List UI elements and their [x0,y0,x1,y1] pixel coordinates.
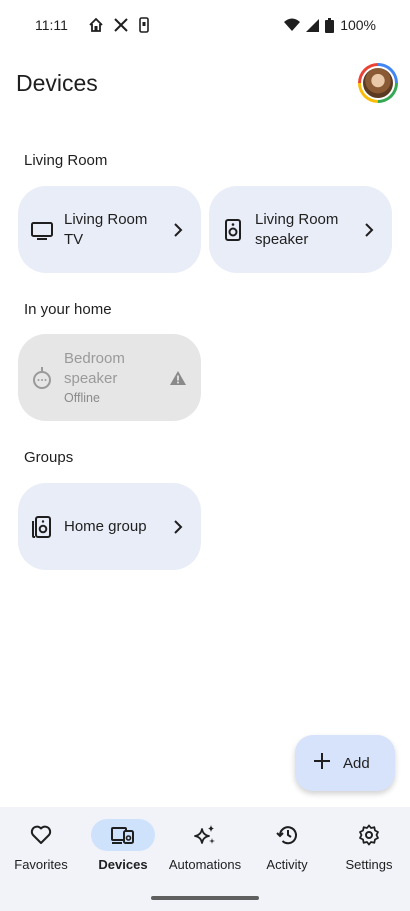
add-button-label: Add [343,754,370,772]
page-title: Devices [16,69,98,96]
speaker-icon [221,218,245,242]
status-right: 100% [284,17,376,33]
gear-icon [337,819,401,851]
status-time: 11:11 [35,17,68,33]
nav-item-activity[interactable]: Activity [246,819,328,883]
nav-item-favorites[interactable]: Favorites [0,819,82,883]
device-card-living-room-speaker[interactable]: Living Room speaker [209,186,392,273]
plus-icon [313,752,331,774]
add-button[interactable]: Add [295,735,395,791]
device-card-home-group[interactable]: Home group [18,483,201,570]
wifi-icon [284,18,301,32]
nav-label: Automations [168,857,242,872]
device-card-text: Bedroom speaker Offline [64,349,169,407]
avatar[interactable] [358,63,398,103]
chevron-right-icon [169,518,187,536]
chevron-right-icon [360,221,378,239]
section-title-living-room: Living Room [24,152,108,169]
signal-icon [306,18,320,32]
status-left: 11:11 [35,17,150,33]
device-card-label: Living Room speaker [255,210,339,248]
section-title-in-your-home: In your home [24,301,112,318]
nav-item-devices[interactable]: Devices [82,819,164,883]
status-bar: 11:11 100% [0,0,410,50]
device-card-bedroom-speaker[interactable]: Bedroom speaker Offline [18,334,201,421]
avatar-image [361,66,395,100]
nav-label: Activity [266,857,308,872]
warning-icon [169,369,187,387]
nav-label: Favorites [14,857,68,872]
device-card-living-room-tv[interactable]: Living Room TV [18,186,201,273]
nav-item-settings[interactable]: Settings [328,819,410,883]
tv-icon [30,218,54,242]
home-icon [88,17,104,33]
device-status: Offline [64,390,100,405]
phone-icon [138,17,150,33]
nav-label: Devices [98,857,148,872]
chevron-right-icon [169,221,187,239]
section-title-groups: Groups [24,449,74,466]
battery-icon [325,17,335,33]
battery-percent: 100% [340,17,376,33]
home-indicator[interactable] [151,896,259,900]
speaker-group-icon [30,515,54,539]
heart-icon [9,819,73,851]
header: Devices [0,60,410,106]
sparkle-icon [173,819,237,851]
nav-item-automations[interactable]: Automations [164,819,246,883]
device-card-label: Bedroom speaker [64,349,125,387]
smart-speaker-icon [30,366,54,390]
devices-icon [91,819,155,851]
device-card-label: Living Room TV [64,210,148,248]
x-logo-icon [114,18,128,32]
device-card-label: Home group [64,517,147,535]
nav-label: Settings [345,857,393,872]
history-icon [255,819,319,851]
